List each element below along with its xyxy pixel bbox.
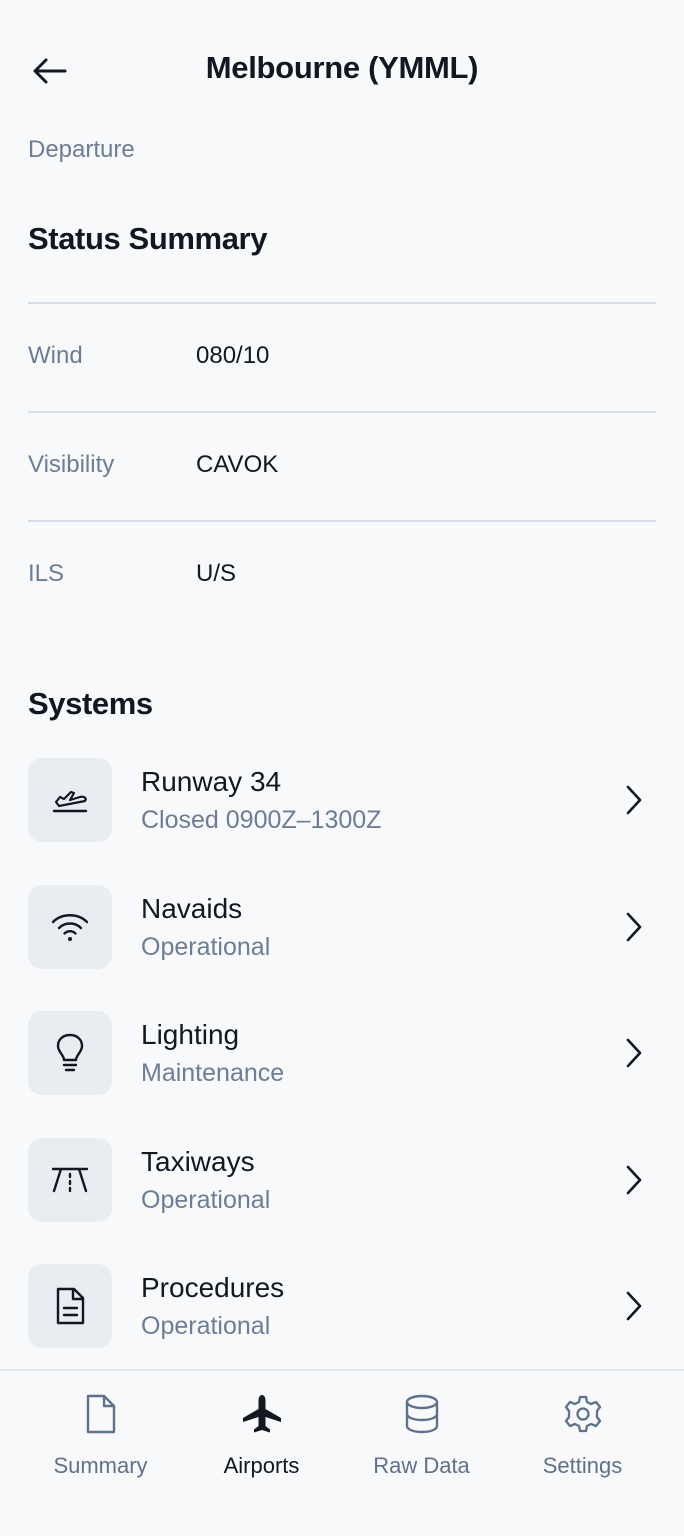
flight-phase-label: Departure [28, 136, 135, 163]
nav-label: Settings [542, 1453, 623, 1478]
status-row-wind: Wind 080/10 [28, 302, 656, 411]
system-name: Taxiways [141, 1145, 255, 1177]
gear-icon [497, 1393, 668, 1435]
lightbulb-icon [56, 1033, 84, 1072]
system-icon-box [28, 1137, 112, 1222]
system-icon-box [28, 1011, 112, 1095]
system-status: Closed 0900Z–1300Z [141, 806, 382, 834]
wifi-icon [51, 913, 89, 941]
plane-landing-icon [52, 790, 88, 813]
header: Melbourne (YMML) [0, 0, 684, 140]
app-screen: Melbourne (YMML) Departure Status Summar… [0, 0, 684, 1536]
bottom-nav: Summary Airports Raw Data Settings [0, 1369, 684, 1536]
system-name: Lighting [141, 1019, 240, 1050]
systems-list: Runway 34 Closed 0900Z–1300Z Navaids Ope… [28, 758, 656, 1391]
system-icon-box [28, 1264, 112, 1348]
system-item-taxiways[interactable]: Taxiways Operational [28, 1137, 656, 1265]
nav-label: Summary [53, 1453, 148, 1478]
system-name: Runway 34 [141, 766, 282, 797]
status-label: ILS [28, 560, 65, 587]
status-value: U/S [196, 560, 237, 587]
status-value: 080/10 [196, 342, 270, 369]
status-label: Visibility [28, 451, 115, 478]
system-status: Operational [141, 1185, 271, 1214]
system-status: Operational [141, 1312, 271, 1340]
status-list: Wind 080/10 Visibility CAVOK ILS U/S [28, 302, 656, 629]
system-status: Operational [141, 932, 271, 961]
status-label: Wind [28, 342, 83, 369]
nav-item-summary[interactable]: Summary [15, 1371, 186, 1501]
chevron-right-icon [620, 909, 648, 945]
status-summary-heading: Status Summary [28, 221, 268, 256]
system-status: Maintenance [141, 1059, 285, 1087]
nav-label: Raw Data [373, 1453, 470, 1478]
file-icon [15, 1393, 186, 1435]
system-item-navaids[interactable]: Navaids Operational [28, 884, 656, 1012]
database-icon [336, 1393, 507, 1435]
system-icon-box [28, 884, 112, 969]
system-icon-box [28, 758, 112, 842]
status-row-ils: ILS U/S [28, 520, 656, 629]
nav-item-settings[interactable]: Settings [497, 1371, 668, 1501]
road-icon [51, 1167, 89, 1192]
chevron-right-icon [620, 1035, 648, 1071]
system-name: Procedures [141, 1272, 285, 1303]
systems-heading: Systems [28, 686, 153, 721]
plane-icon [176, 1393, 347, 1435]
system-item-runway[interactable]: Runway 34 Closed 0900Z–1300Z [28, 758, 656, 885]
nav-item-airports[interactable]: Airports [176, 1371, 347, 1501]
nav-item-raw-data[interactable]: Raw Data [336, 1371, 507, 1501]
system-name: Navaids [141, 892, 243, 924]
nav-label: Airports [223, 1453, 300, 1478]
system-item-lighting[interactable]: Lighting Maintenance [28, 1011, 656, 1138]
chevron-right-icon [620, 1162, 648, 1198]
page-title: Melbourne (YMML) [205, 50, 479, 85]
status-row-visibility: Visibility CAVOK [28, 411, 656, 520]
status-value: CAVOK [196, 451, 279, 478]
document-icon [56, 1287, 85, 1325]
chevron-right-icon [620, 782, 648, 818]
chevron-right-icon [620, 1288, 648, 1324]
